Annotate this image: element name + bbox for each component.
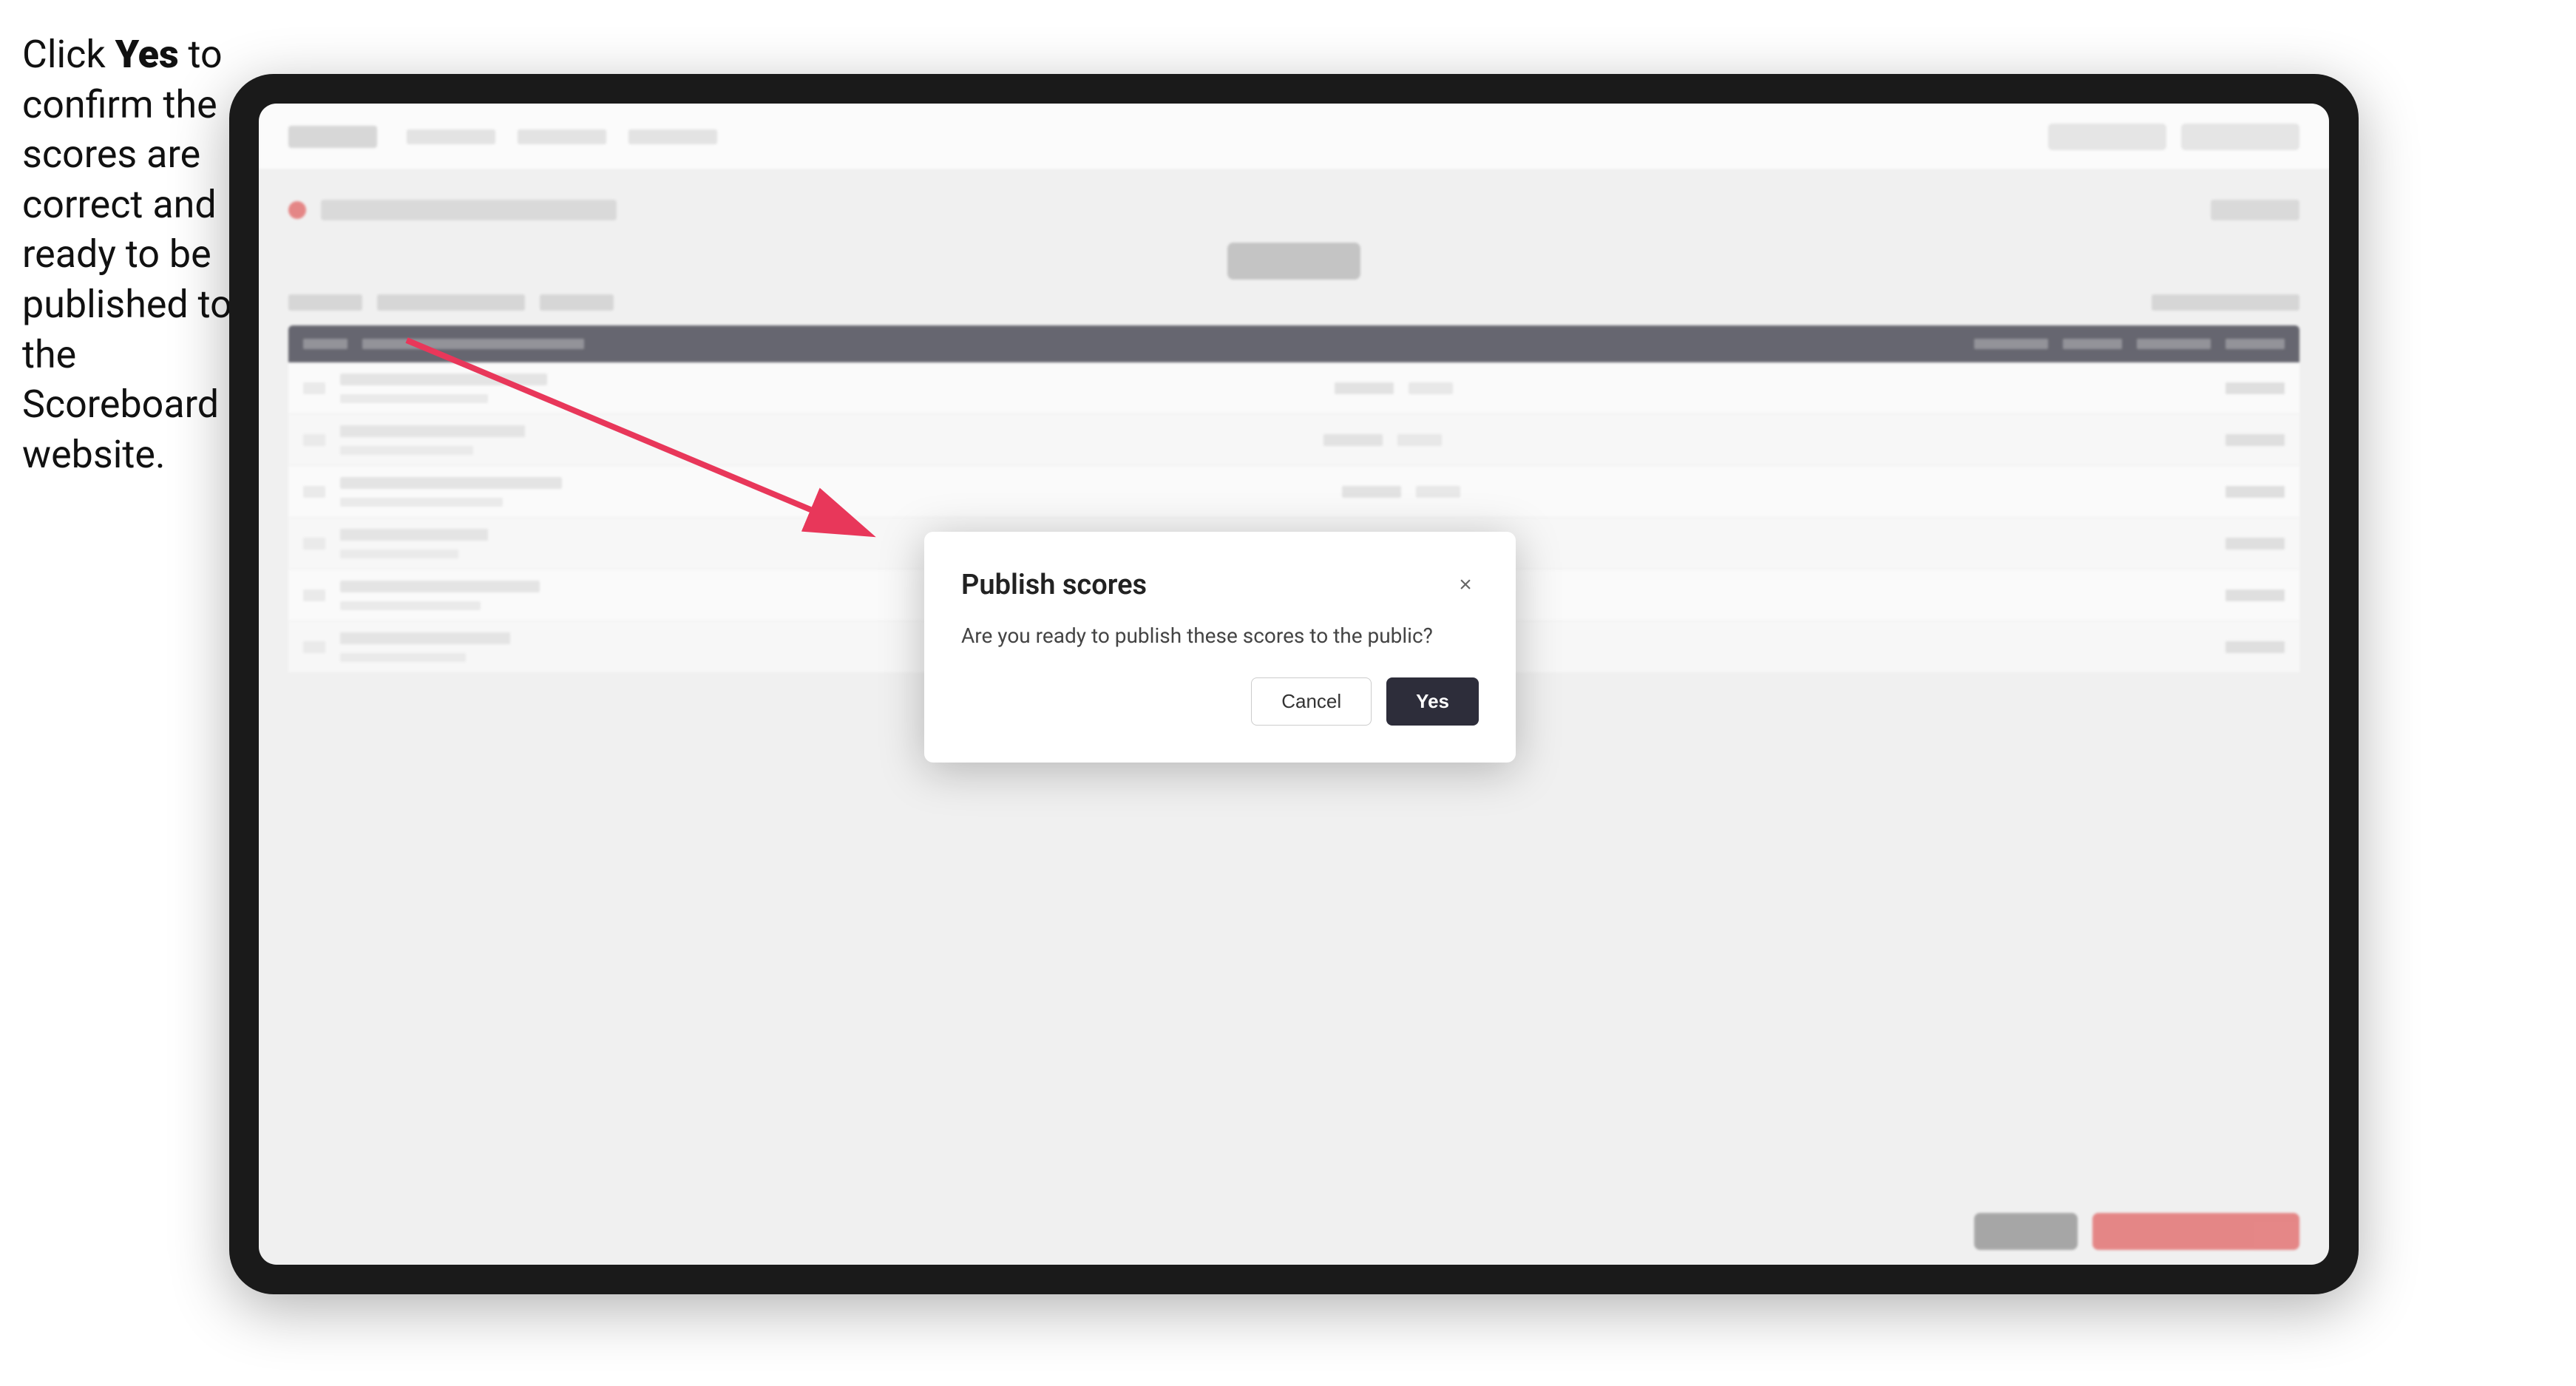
instruction-text: Click Yes to confirm the scores are corr… — [22, 30, 237, 479]
instruction-bold: Yes — [115, 32, 179, 77]
tablet-screen: Publish scores × Are you ready to publis… — [259, 104, 2329, 1265]
modal-close-button[interactable]: × — [1452, 572, 1479, 598]
cancel-button[interactable]: Cancel — [1251, 677, 1372, 726]
modal-dialog: Publish scores × Are you ready to publis… — [924, 532, 1516, 763]
modal-footer: Cancel Yes — [961, 677, 1479, 726]
tablet-device: Publish scores × Are you ready to publis… — [229, 74, 2359, 1294]
modal-title: Publish scores — [961, 569, 1147, 601]
modal-body: Are you ready to publish these scores to… — [961, 623, 1479, 648]
modal-header: Publish scores × — [961, 569, 1479, 601]
instruction-suffix: to confirm the scores are correct and re… — [22, 32, 232, 477]
modal-overlay: Publish scores × Are you ready to publis… — [259, 104, 2329, 1265]
yes-button[interactable]: Yes — [1386, 677, 1479, 726]
instruction-prefix: Click — [22, 32, 115, 77]
